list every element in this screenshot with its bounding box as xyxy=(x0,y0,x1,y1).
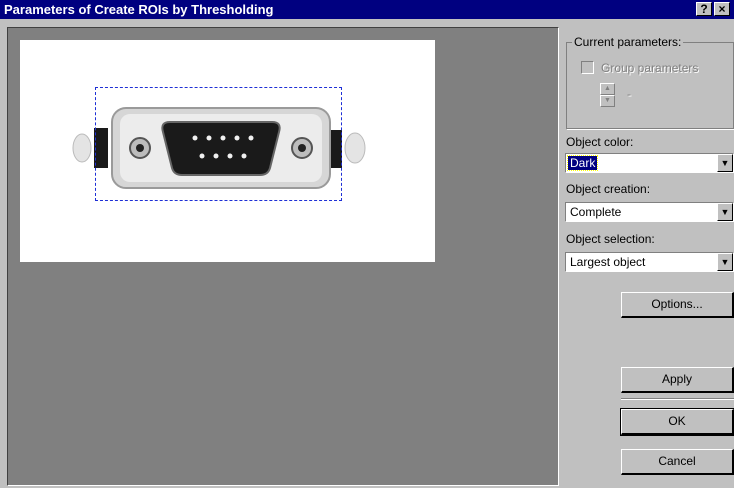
preview-image xyxy=(20,40,435,262)
image-preview-panel[interactable] xyxy=(7,27,559,486)
object-color-select[interactable]: Dark ▼ xyxy=(565,153,734,173)
group-parameters-checkbox[interactable] xyxy=(581,61,594,74)
apply-button[interactable]: Apply xyxy=(621,367,734,393)
chevron-down-icon[interactable]: ▼ xyxy=(717,203,733,221)
help-button[interactable]: ? xyxy=(696,2,712,16)
title-bar[interactable]: Parameters of Create ROIs by Thresholdin… xyxy=(0,0,734,19)
cancel-button[interactable]: Cancel xyxy=(621,449,734,475)
spin-value: - xyxy=(627,87,631,101)
object-creation-select[interactable]: Complete ▼ xyxy=(565,202,734,222)
close-button[interactable]: × xyxy=(714,2,730,16)
ok-button[interactable]: OK xyxy=(620,408,734,436)
options-button[interactable]: Options... xyxy=(621,292,734,318)
object-color-label: Object color: xyxy=(566,135,634,149)
current-parameters-label: Current parameters: xyxy=(572,35,684,49)
object-creation-value: Complete xyxy=(570,205,622,219)
object-creation-label: Object creation: xyxy=(566,182,651,196)
current-parameters-group: Current parameters: Group parameters ▲ ▼… xyxy=(566,35,734,129)
spin-down-button[interactable]: ▼ xyxy=(600,95,615,107)
button-separator xyxy=(621,398,734,400)
window-title: Parameters of Create ROIs by Thresholdin… xyxy=(4,2,274,17)
spin-up-button[interactable]: ▲ xyxy=(600,83,615,95)
roi-selection-box[interactable] xyxy=(95,87,342,201)
group-parameters-label: Group parameters xyxy=(601,61,699,75)
parameters-panel: Current parameters: Group parameters ▲ ▼… xyxy=(563,27,734,488)
chevron-down-icon[interactable]: ▼ xyxy=(717,154,733,172)
object-color-value: Dark xyxy=(566,155,599,171)
chevron-down-icon[interactable]: ▼ xyxy=(717,253,733,271)
object-selection-label: Object selection: xyxy=(566,232,655,246)
object-selection-value: Largest object xyxy=(570,255,646,269)
object-selection-select[interactable]: Largest object ▼ xyxy=(565,252,734,272)
